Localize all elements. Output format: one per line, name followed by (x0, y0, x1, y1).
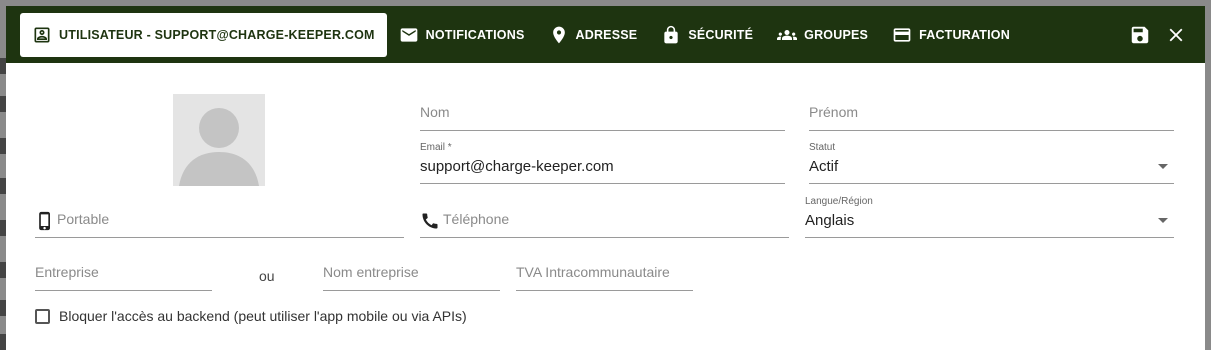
dialog-tab-bar: UTILISATEUR - SUPPORT@CHARGE-KEEPER.COM … (6, 6, 1205, 63)
bloquer-backend-label: Bloquer l'accès au backend (peut utilise… (59, 308, 467, 324)
email-field[interactable]: Email * support@charge-keeper.com (420, 142, 785, 184)
prenom-field[interactable]: Prénom (809, 101, 1174, 131)
nom-field[interactable]: Nom (420, 101, 785, 131)
statut-value: Actif (809, 158, 839, 175)
tab-securite[interactable]: SÉCURITÉ (649, 13, 765, 57)
save-icon (1131, 26, 1149, 43)
smartphone-icon (35, 211, 55, 231)
tva-label: TVA Intracommunautaire (516, 264, 670, 280)
tab-label: GROUPES (804, 27, 869, 42)
bloquer-backend-checkbox-row[interactable]: Bloquer l'accès au backend (peut utilise… (35, 308, 467, 324)
dropdown-arrow-icon (1158, 164, 1168, 169)
dropdown-arrow-icon (1158, 218, 1168, 223)
telephone-label: Téléphone (443, 211, 510, 227)
phone-icon (420, 211, 440, 231)
tab-utilisateur[interactable]: UTILISATEUR - SUPPORT@CHARGE-KEEPER.COM (20, 12, 387, 57)
contact-card-icon (34, 27, 50, 42)
email-label: Email * (420, 142, 452, 153)
mail-icon (400, 27, 417, 42)
tab-facturation[interactable]: FACTURATION (880, 13, 1022, 57)
statut-label: Statut (809, 142, 836, 153)
telephone-field[interactable]: Téléphone (420, 208, 789, 238)
location-pin-icon (552, 26, 565, 43)
statut-select[interactable]: Statut Actif (809, 142, 1174, 184)
tab-label: NOTIFICATIONS (425, 27, 525, 42)
prenom-label: Prénom (809, 104, 859, 120)
tab-adresse[interactable]: ADRESSE (537, 13, 650, 57)
email-value: support@charge-keeper.com (420, 158, 614, 175)
langue-select[interactable]: Langue/Région Anglais (805, 196, 1174, 238)
close-icon (1169, 28, 1183, 41)
dialog-body: Nom Prénom Email * support@charge-keeper… (6, 63, 1205, 350)
default-avatar-icon (179, 108, 259, 186)
save-button[interactable] (1129, 24, 1151, 46)
tab-notifications[interactable]: NOTIFICATIONS (387, 13, 537, 57)
tab-label: ADRESSE (575, 27, 638, 42)
avatar[interactable] (173, 94, 265, 186)
tab-label: FACTURATION (919, 27, 1010, 42)
langue-label: Langue/Région (805, 196, 873, 207)
tab-groupes[interactable]: GROUPES (765, 13, 880, 57)
lock-icon (664, 25, 679, 43)
nom-label: Nom (420, 104, 450, 120)
close-button[interactable] (1165, 24, 1187, 46)
tab-label: UTILISATEUR - SUPPORT@CHARGE-KEEPER.COM (59, 27, 375, 42)
nom-entreprise-field[interactable]: Nom entreprise (323, 261, 500, 291)
user-edit-dialog: UTILISATEUR - SUPPORT@CHARGE-KEEPER.COM … (6, 6, 1205, 350)
group-icon (777, 29, 798, 40)
tva-field[interactable]: TVA Intracommunautaire (516, 261, 693, 291)
portable-field[interactable]: Portable (35, 208, 404, 238)
tab-label: SÉCURITÉ (688, 27, 754, 42)
ou-text: ou (259, 268, 275, 284)
bloquer-backend-checkbox[interactable] (35, 308, 50, 324)
langue-value: Anglais (805, 212, 855, 229)
credit-card-icon (893, 27, 911, 42)
portable-label: Portable (57, 211, 110, 227)
entreprise-select[interactable]: Entreprise (35, 261, 212, 291)
dialog-actions (1129, 6, 1187, 63)
nom-entreprise-label: Nom entreprise (323, 264, 419, 280)
entreprise-label: Entreprise (35, 264, 99, 280)
